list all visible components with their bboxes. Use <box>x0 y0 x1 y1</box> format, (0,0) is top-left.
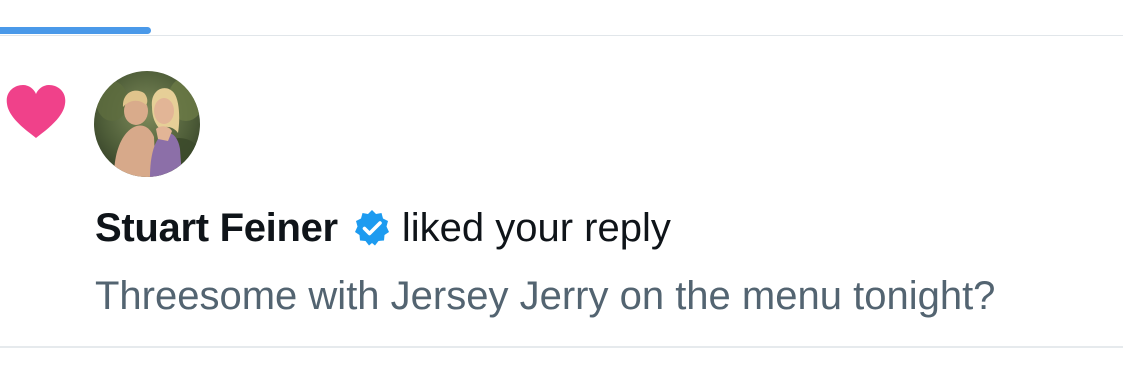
notifications-page: Stuart Feiner liked your reply Threesome… <box>0 0 1123 374</box>
notification-action: liked your reply <box>401 206 671 250</box>
avatar[interactable] <box>94 71 200 177</box>
active-tab-indicator <box>0 27 151 34</box>
notification-headline: Stuart Feiner liked your reply <box>95 204 671 252</box>
user-name[interactable]: Stuart Feiner <box>95 204 338 252</box>
verified-badge-icon <box>354 210 389 246</box>
notification-divider <box>0 346 1123 348</box>
heart-icon <box>6 85 66 138</box>
notification-item[interactable]: Stuart Feiner liked your reply Threesome… <box>0 36 1123 346</box>
reply-preview: Threesome with Jersey Jerry on the menu … <box>95 274 996 318</box>
avatar-photo <box>94 71 200 177</box>
